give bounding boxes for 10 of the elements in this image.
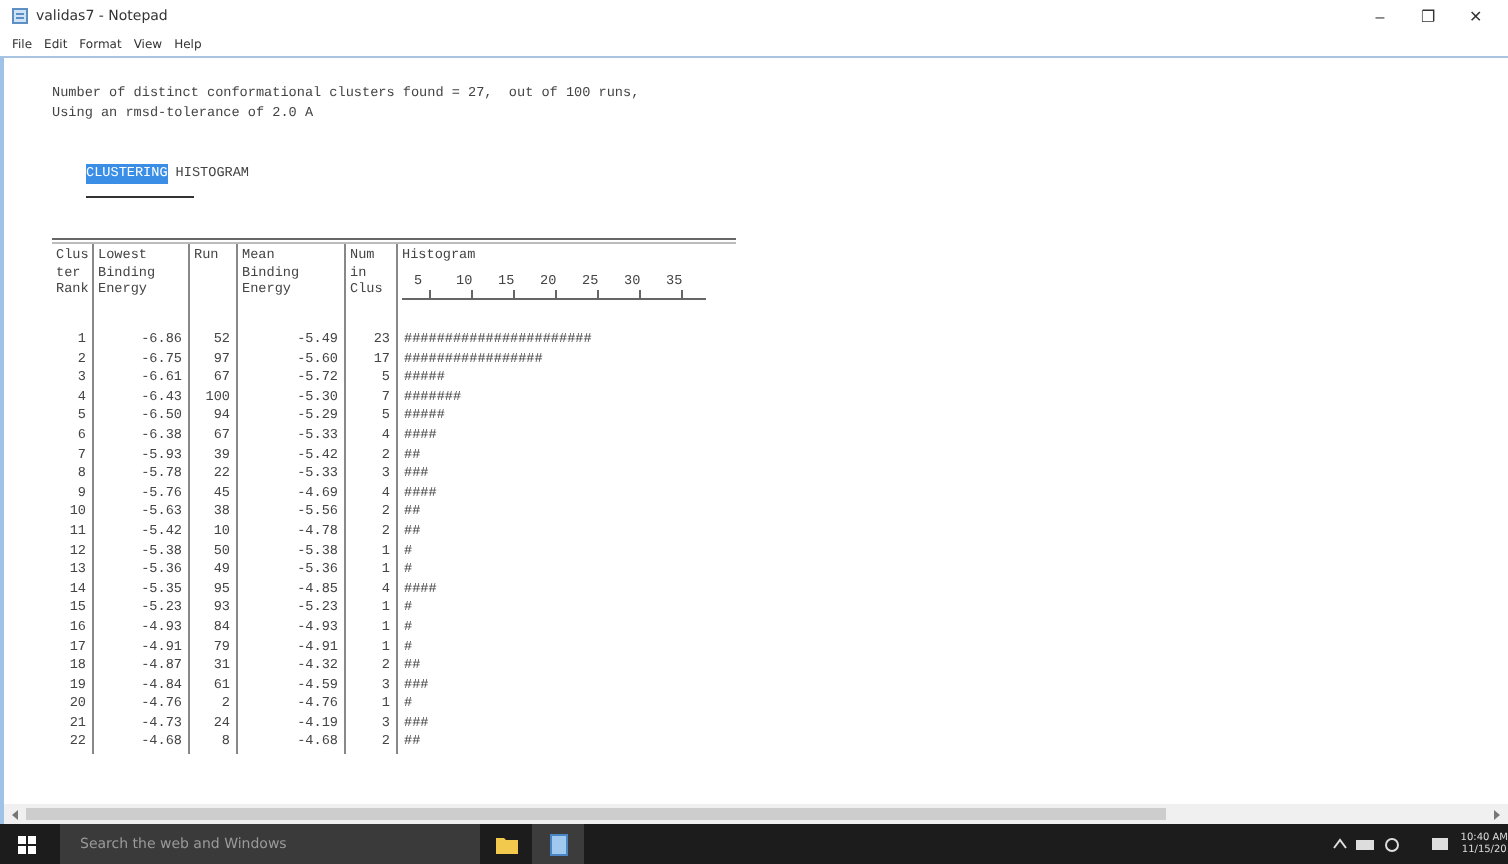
scroll-right-icon[interactable] xyxy=(1492,809,1500,819)
close-button[interactable]: ✕ xyxy=(1456,7,1496,25)
minimize-button[interactable]: – xyxy=(1360,7,1400,25)
scroll-left-icon[interactable] xyxy=(12,809,20,819)
notepad-icon[interactable] xyxy=(532,824,584,864)
horizontal-scrollbar[interactable] xyxy=(4,804,1508,824)
tray-icons-drawing xyxy=(1332,836,1453,852)
maximize-button[interactable]: ❐ xyxy=(1408,7,1448,25)
notepad-icon xyxy=(12,8,28,24)
windows-icon xyxy=(17,835,35,853)
